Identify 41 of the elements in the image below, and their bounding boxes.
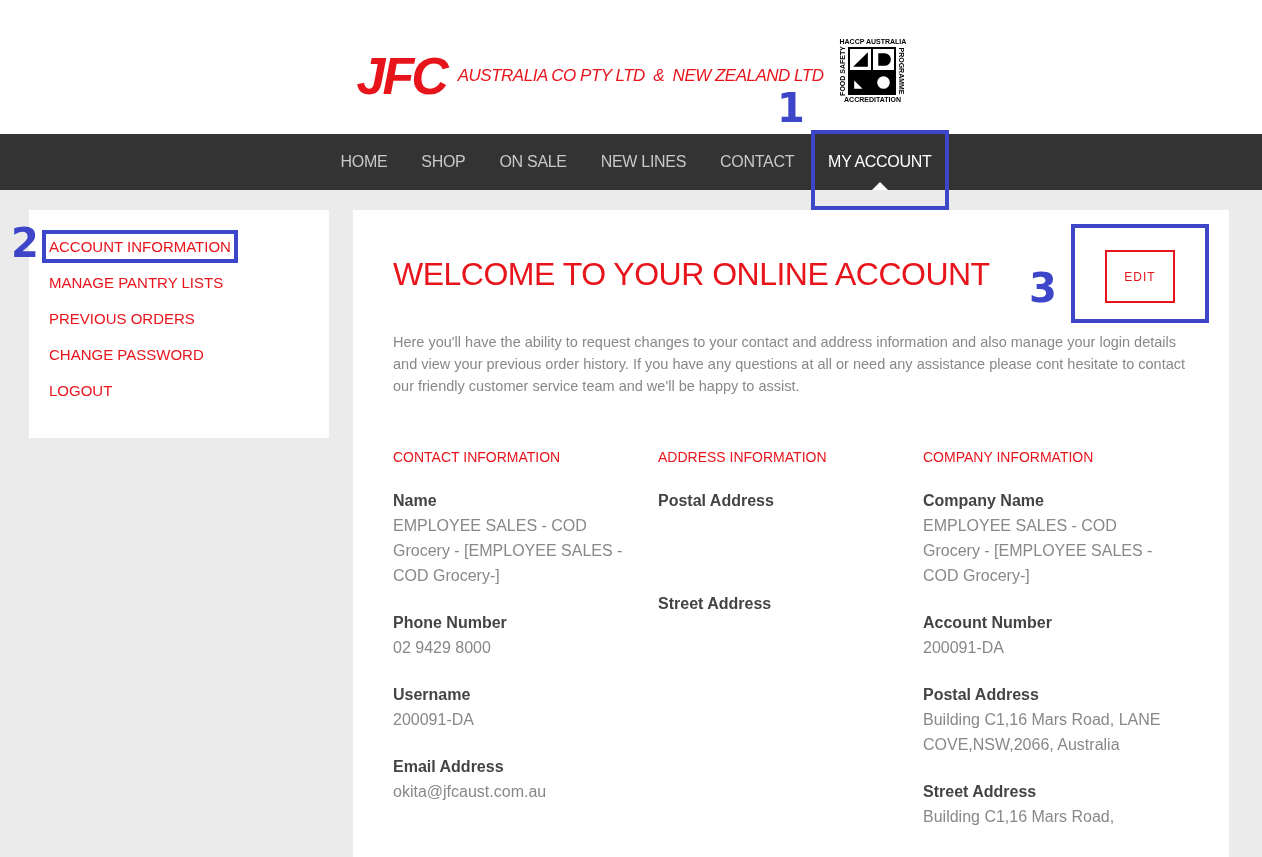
annotation-number: 3: [1029, 268, 1057, 308]
field-label: Email Address: [393, 757, 505, 777]
annotation-number: 1: [777, 88, 805, 128]
sidebar-link[interactable]: ACCOUNT INFORMATION: [49, 235, 231, 258]
field-label: Phone Number: [393, 613, 508, 633]
field-value: 200091-DA: [923, 638, 1005, 658]
field-label: Postal Address: [658, 491, 775, 511]
nav-link[interactable]: HOME: [323, 134, 405, 190]
sidebar-link[interactable]: MANAGE PANTRY LISTS: [49, 271, 224, 294]
field-value: Building C1,16 Mars Road,: [923, 807, 1116, 827]
field-label: Postal Address: [923, 685, 1040, 705]
nav-link[interactable]: CONTACT: [703, 134, 812, 190]
sidebar-link[interactable]: PREVIOUS ORDERS: [49, 307, 195, 330]
field-value: 02 9429 8000: [393, 638, 492, 658]
edit-button[interactable]: EDIT: [1105, 250, 1175, 303]
section-heading: COMPANY INFORMATION: [923, 448, 1095, 466]
field-label: Street Address: [658, 594, 773, 614]
nav-link[interactable]: MY ACCOUNT: [811, 134, 949, 190]
field-label: Company Name: [923, 491, 1045, 511]
field-label: Street Address: [923, 782, 1038, 802]
field-value: EMPLOYEE SALES - COD Grocery - [EMPLOYEE SALES -COD Grocery-]: [923, 516, 1154, 586]
section-heading: CONTACT INFORMATION: [393, 448, 562, 466]
annotation-number: 2: [11, 223, 39, 263]
intro-paragraph: Here you'll have the ability to request changes to your contact and address information and also manage your login details and view your previous order history. If you have any questions at all or need any assistance please cont hesitate to contact our friendly customer service team and we'll be happy to assist.: [393, 333, 1187, 396]
nav-link[interactable]: SHOP: [404, 134, 483, 190]
field-value: okita@jfcaust.com.au: [393, 782, 548, 802]
field-label: Account Number: [923, 613, 1053, 633]
field-value: EMPLOYEE SALES - COD Grocery - [EMPLOYEE SALES -COD Grocery-]: [393, 516, 624, 586]
nav-link[interactable]: ON SALE: [482, 134, 584, 190]
field-label: Username: [393, 685, 472, 705]
brand-logo: JFC: [356, 50, 446, 102]
field-value: 200091-DA: [393, 710, 475, 730]
sidebar-link[interactable]: LOGOUT: [49, 379, 113, 402]
nav-link[interactable]: NEW LINES: [583, 134, 704, 190]
field-label: Name: [393, 491, 438, 511]
company-name: AUSTRALIA CO PTY LTD & NEW ZEALAND LTD: [457, 65, 824, 88]
field-value: Building C1,16 Mars Road, LANE COVE,NSW,2066, Australia: [923, 710, 1162, 755]
active-indicator-icon: [871, 182, 888, 190]
section-heading: ADDRESS INFORMATION: [658, 448, 828, 466]
page-title: WELCOME TO YOUR ONLINE ACCOUNT: [393, 255, 990, 294]
sidebar-link[interactable]: CHANGE PASSWORD: [49, 343, 204, 366]
